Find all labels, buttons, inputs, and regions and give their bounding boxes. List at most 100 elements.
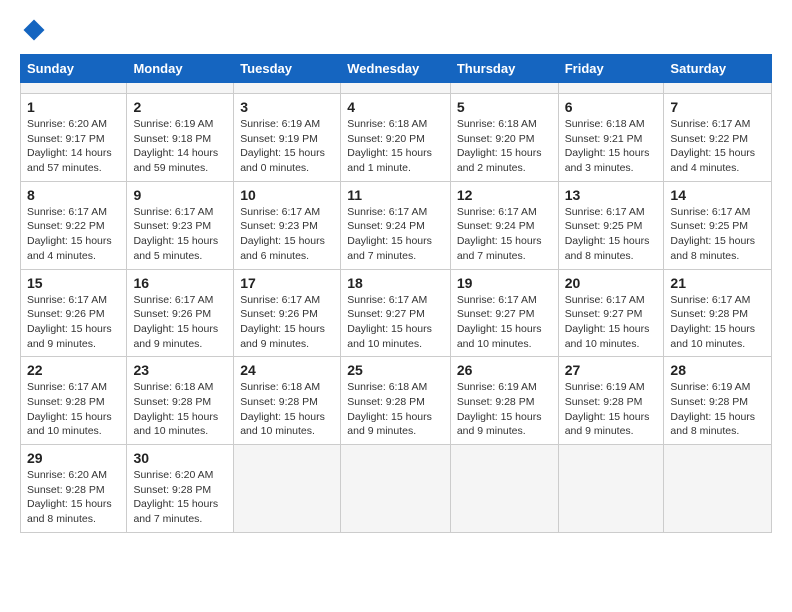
col-header-wednesday: Wednesday [341, 55, 451, 83]
day-detail: Sunrise: 6:17 AMSunset: 9:25 PMDaylight:… [670, 205, 765, 264]
day-detail: Sunrise: 6:18 AMSunset: 9:28 PMDaylight:… [240, 380, 334, 439]
day-number: 21 [670, 275, 765, 291]
day-detail: Sunrise: 6:17 AMSunset: 9:26 PMDaylight:… [27, 293, 120, 352]
calendar-cell: 11 Sunrise: 6:17 AMSunset: 9:24 PMDayligh… [341, 181, 451, 269]
day-number: 15 [27, 275, 120, 291]
day-number: 9 [133, 187, 227, 203]
calendar-row-1 [21, 83, 772, 94]
calendar-cell: 7Sunrise: 6:17 AMSunset: 9:22 PMDaylight… [664, 94, 772, 182]
calendar-cell: 23 Sunrise: 6:18 AMSunset: 9:28 PMDayligh… [127, 357, 234, 445]
calendar-cell [127, 83, 234, 94]
calendar-row-4: 15 Sunrise: 6:17 AMSunset: 9:26 PMDayligh… [21, 269, 772, 357]
day-number: 25 [347, 362, 444, 378]
calendar-cell: 26Sunrise: 6:19 AMSunset: 9:28 PMDayligh… [450, 357, 558, 445]
calendar-cell: 25 Sunrise: 6:18 AMSunset: 9:28 PMDayligh… [341, 357, 451, 445]
calendar-cell: 8Sunrise: 6:17 AMSunset: 9:22 PMDaylight… [21, 181, 127, 269]
day-detail: Sunrise: 6:20 AMSunset: 9:28 PMDaylight:… [133, 468, 227, 527]
header [20, 16, 772, 44]
logo-icon [20, 16, 48, 44]
day-number: 19 [457, 275, 552, 291]
calendar-cell [664, 83, 772, 94]
calendar-cell [234, 83, 341, 94]
calendar-cell: 6 Sunrise: 6:18 AMSunset: 9:21 PMDaylight… [558, 94, 664, 182]
calendar-cell: 15 Sunrise: 6:17 AMSunset: 9:26 PMDayligh… [21, 269, 127, 357]
calendar-cell: 2 Sunrise: 6:19 AMSunset: 9:18 PMDaylight… [127, 94, 234, 182]
day-detail: Sunrise: 6:17 AMSunset: 9:24 PMDaylight:… [347, 205, 444, 264]
calendar-cell: 13 Sunrise: 6:17 AMSunset: 9:25 PMDayligh… [558, 181, 664, 269]
day-detail: Sunrise: 6:17 AMSunset: 9:25 PMDaylight:… [565, 205, 658, 264]
col-header-tuesday: Tuesday [234, 55, 341, 83]
day-number: 26 [457, 362, 552, 378]
day-number: 23 [133, 362, 227, 378]
day-detail: Sunrise: 6:20 AMSunset: 9:28 PMDaylight:… [27, 468, 120, 527]
day-detail: Sunrise: 6:17 AMSunset: 9:22 PMDaylight:… [670, 117, 765, 176]
calendar-cell: 9 Sunrise: 6:17 AMSunset: 9:23 PMDaylight… [127, 181, 234, 269]
day-number: 24 [240, 362, 334, 378]
day-detail: Sunrise: 6:17 AMSunset: 9:28 PMDaylight:… [670, 293, 765, 352]
day-number: 30 [133, 450, 227, 466]
calendar-cell: 28Sunrise: 6:19 AMSunset: 9:28 PMDayligh… [664, 357, 772, 445]
day-detail: Sunrise: 6:17 AMSunset: 9:23 PMDaylight:… [240, 205, 334, 264]
col-header-thursday: Thursday [450, 55, 558, 83]
calendar-cell [664, 445, 772, 533]
day-detail: Sunrise: 6:17 AMSunset: 9:24 PMDaylight:… [457, 205, 552, 264]
day-number: 13 [565, 187, 658, 203]
day-detail: Sunrise: 6:19 AMSunset: 9:18 PMDaylight:… [133, 117, 227, 176]
day-detail: Sunrise: 6:18 AMSunset: 9:28 PMDaylight:… [133, 380, 227, 439]
calendar-cell: 18Sunrise: 6:17 AMSunset: 9:27 PMDayligh… [341, 269, 451, 357]
calendar-cell [234, 445, 341, 533]
day-number: 6 [565, 99, 658, 115]
calendar-cell [450, 445, 558, 533]
day-detail: Sunrise: 6:17 AMSunset: 9:26 PMDaylight:… [133, 293, 227, 352]
calendar-cell [558, 445, 664, 533]
day-detail: Sunrise: 6:18 AMSunset: 9:28 PMDaylight:… [347, 380, 444, 439]
day-number: 17 [240, 275, 334, 291]
calendar-cell: 19 Sunrise: 6:17 AMSunset: 9:27 PMDayligh… [450, 269, 558, 357]
day-detail: Sunrise: 6:19 AMSunset: 9:19 PMDaylight:… [240, 117, 334, 176]
day-number: 2 [133, 99, 227, 115]
day-number: 16 [133, 275, 227, 291]
calendar-cell: 21 Sunrise: 6:17 AMSunset: 9:28 PMDayligh… [664, 269, 772, 357]
day-number: 8 [27, 187, 120, 203]
day-detail: Sunrise: 6:17 AMSunset: 9:27 PMDaylight:… [565, 293, 658, 352]
calendar-cell [558, 83, 664, 94]
calendar-cell [341, 83, 451, 94]
calendar-cell [21, 83, 127, 94]
day-number: 3 [240, 99, 334, 115]
col-header-sunday: Sunday [21, 55, 127, 83]
calendar-cell: 10 Sunrise: 6:17 AMSunset: 9:23 PMDayligh… [234, 181, 341, 269]
calendar-cell: 3 Sunrise: 6:19 AMSunset: 9:19 PMDaylight… [234, 94, 341, 182]
col-header-monday: Monday [127, 55, 234, 83]
calendar-cell [341, 445, 451, 533]
calendar-cell: 22Sunrise: 6:17 AMSunset: 9:28 PMDayligh… [21, 357, 127, 445]
calendar-row-5: 22Sunrise: 6:17 AMSunset: 9:28 PMDayligh… [21, 357, 772, 445]
calendar-cell: 5Sunrise: 6:18 AMSunset: 9:20 PMDaylight… [450, 94, 558, 182]
day-detail: Sunrise: 6:19 AMSunset: 9:28 PMDaylight:… [670, 380, 765, 439]
calendar-cell: 29 Sunrise: 6:20 AMSunset: 9:28 PMDayligh… [21, 445, 127, 533]
logo [20, 16, 52, 44]
calendar-cell [450, 83, 558, 94]
calendar-table: SundayMondayTuesdayWednesdayThursdayFrid… [20, 54, 772, 533]
calendar-cell: 17 Sunrise: 6:17 AMSunset: 9:26 PMDayligh… [234, 269, 341, 357]
day-detail: Sunrise: 6:17 AMSunset: 9:26 PMDaylight:… [240, 293, 334, 352]
calendar-cell: 14Sunrise: 6:17 AMSunset: 9:25 PMDayligh… [664, 181, 772, 269]
calendar-cell: 16 Sunrise: 6:17 AMSunset: 9:26 PMDayligh… [127, 269, 234, 357]
day-number: 1 [27, 99, 120, 115]
day-detail: Sunrise: 6:17 AMSunset: 9:23 PMDaylight:… [133, 205, 227, 264]
day-detail: Sunrise: 6:17 AMSunset: 9:27 PMDaylight:… [457, 293, 552, 352]
day-detail: Sunrise: 6:18 AMSunset: 9:20 PMDaylight:… [347, 117, 444, 176]
col-header-friday: Friday [558, 55, 664, 83]
day-number: 10 [240, 187, 334, 203]
page: SundayMondayTuesdayWednesdayThursdayFrid… [0, 0, 792, 612]
calendar-cell: 30 Sunrise: 6:20 AMSunset: 9:28 PMDayligh… [127, 445, 234, 533]
day-number: 11 [347, 187, 444, 203]
day-detail: Sunrise: 6:20 AMSunset: 9:17 PMDaylight:… [27, 117, 120, 176]
calendar-cell: 24 Sunrise: 6:18 AMSunset: 9:28 PMDayligh… [234, 357, 341, 445]
day-number: 5 [457, 99, 552, 115]
day-detail: Sunrise: 6:18 AMSunset: 9:21 PMDaylight:… [565, 117, 658, 176]
calendar-cell: 1 Sunrise: 6:20 AMSunset: 9:17 PMDaylight… [21, 94, 127, 182]
day-number: 12 [457, 187, 552, 203]
calendar-cell: 27Sunrise: 6:19 AMSunset: 9:28 PMDayligh… [558, 357, 664, 445]
day-number: 29 [27, 450, 120, 466]
day-number: 18 [347, 275, 444, 291]
